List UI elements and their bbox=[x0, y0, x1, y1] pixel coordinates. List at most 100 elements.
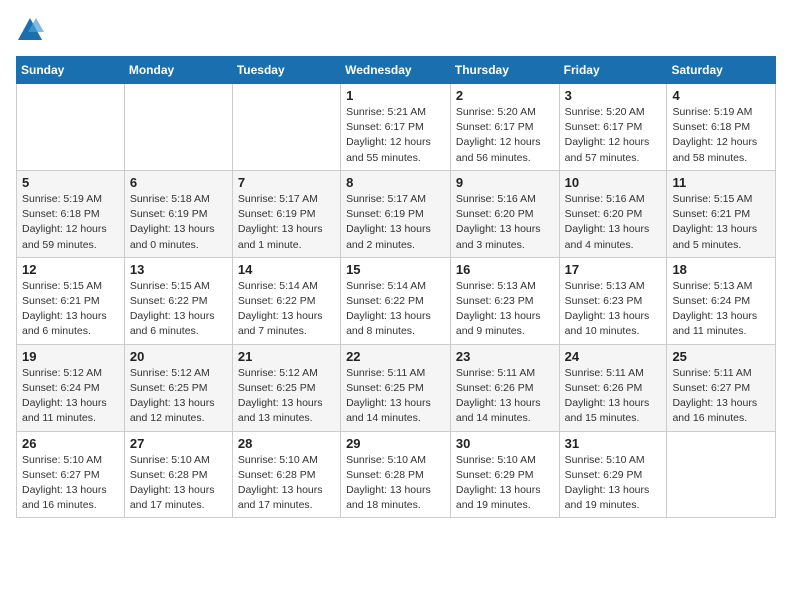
week-row-1: 1 Sunrise: 5:21 AMSunset: 6:17 PMDaylight… bbox=[17, 84, 776, 171]
calendar-cell: 12 Sunrise: 5:15 AMSunset: 6:21 PMDayligh… bbox=[17, 257, 125, 344]
day-number: 22 bbox=[346, 349, 445, 364]
day-number: 29 bbox=[346, 436, 445, 451]
calendar-cell: 21 Sunrise: 5:12 AMSunset: 6:25 PMDayligh… bbox=[232, 344, 340, 431]
day-info: Sunrise: 5:12 AMSunset: 6:25 PMDaylight:… bbox=[238, 366, 335, 427]
calendar-cell: 31Sunrise: 5:10 AMSunset: 6:29 PMDayligh… bbox=[559, 431, 667, 518]
day-number: 27 bbox=[130, 436, 227, 451]
calendar-cell: 24 Sunrise: 5:11 AMSunset: 6:26 PMDayligh… bbox=[559, 344, 667, 431]
week-row-5: 26Sunrise: 5:10 AMSunset: 6:27 PMDayligh… bbox=[17, 431, 776, 518]
calendar-cell: 13 Sunrise: 5:15 AMSunset: 6:22 PMDayligh… bbox=[124, 257, 232, 344]
day-info: Sunrise: 5:11 AMSunset: 6:25 PMDaylight:… bbox=[346, 366, 445, 427]
calendar-cell: 17Sunrise: 5:13 AMSunset: 6:23 PMDayligh… bbox=[559, 257, 667, 344]
day-info: Sunrise: 5:10 AMSunset: 6:29 PMDaylight:… bbox=[565, 453, 662, 514]
week-row-3: 12 Sunrise: 5:15 AMSunset: 6:21 PMDayligh… bbox=[17, 257, 776, 344]
day-number: 30 bbox=[456, 436, 554, 451]
day-number: 3 bbox=[565, 88, 662, 103]
day-info: Sunrise: 5:13 AMSunset: 6:23 PMDaylight:… bbox=[456, 279, 554, 340]
day-number: 5 bbox=[22, 175, 119, 190]
day-number: 2 bbox=[456, 88, 554, 103]
calendar-cell: 30 Sunrise: 5:10 AMSunset: 6:29 PMDayligh… bbox=[450, 431, 559, 518]
day-number: 19 bbox=[22, 349, 119, 364]
calendar-cell: 9Sunrise: 5:16 AMSunset: 6:20 PMDaylight… bbox=[450, 170, 559, 257]
day-info: Sunrise: 5:10 AMSunset: 6:28 PMDaylight:… bbox=[238, 453, 335, 514]
day-number: 21 bbox=[238, 349, 335, 364]
header-monday: Monday bbox=[124, 57, 232, 84]
calendar-cell: 14Sunrise: 5:14 AMSunset: 6:22 PMDayligh… bbox=[232, 257, 340, 344]
day-number: 12 bbox=[22, 262, 119, 277]
calendar-cell: 5 Sunrise: 5:19 AMSunset: 6:18 PMDaylight… bbox=[17, 170, 125, 257]
day-info: Sunrise: 5:20 AMSunset: 6:17 PMDaylight:… bbox=[565, 105, 662, 166]
day-info: Sunrise: 5:16 AMSunset: 6:20 PMDaylight:… bbox=[456, 192, 554, 253]
day-number: 24 bbox=[565, 349, 662, 364]
day-info: Sunrise: 5:18 AMSunset: 6:19 PMDaylight:… bbox=[130, 192, 227, 253]
day-number: 1 bbox=[346, 88, 445, 103]
day-number: 7 bbox=[238, 175, 335, 190]
day-info: Sunrise: 5:15 AMSunset: 6:21 PMDaylight:… bbox=[672, 192, 770, 253]
day-number: 25 bbox=[672, 349, 770, 364]
calendar-cell: 16 Sunrise: 5:13 AMSunset: 6:23 PMDayligh… bbox=[450, 257, 559, 344]
calendar-cell: 22 Sunrise: 5:11 AMSunset: 6:25 PMDayligh… bbox=[341, 344, 451, 431]
day-number: 16 bbox=[456, 262, 554, 277]
day-info: Sunrise: 5:15 AMSunset: 6:22 PMDaylight:… bbox=[130, 279, 227, 340]
calendar-cell: 23 Sunrise: 5:11 AMSunset: 6:26 PMDayligh… bbox=[450, 344, 559, 431]
day-info: Sunrise: 5:19 AMSunset: 6:18 PMDaylight:… bbox=[672, 105, 770, 166]
calendar-cell: 20Sunrise: 5:12 AMSunset: 6:25 PMDayligh… bbox=[124, 344, 232, 431]
day-number: 6 bbox=[130, 175, 227, 190]
day-info: Sunrise: 5:10 AMSunset: 6:28 PMDaylight:… bbox=[346, 453, 445, 514]
day-number: 23 bbox=[456, 349, 554, 364]
calendar-cell: 4 Sunrise: 5:19 AMSunset: 6:18 PMDaylight… bbox=[667, 84, 776, 171]
header-tuesday: Tuesday bbox=[232, 57, 340, 84]
calendar-table: SundayMondayTuesdayWednesdayThursdayFrid… bbox=[16, 56, 776, 518]
day-number: 26 bbox=[22, 436, 119, 451]
calendar-cell: 19 Sunrise: 5:12 AMSunset: 6:24 PMDayligh… bbox=[17, 344, 125, 431]
day-info: Sunrise: 5:14 AMSunset: 6:22 PMDaylight:… bbox=[238, 279, 335, 340]
day-info: Sunrise: 5:11 AMSunset: 6:27 PMDaylight:… bbox=[672, 366, 770, 427]
header-thursday: Thursday bbox=[450, 57, 559, 84]
day-number: 20 bbox=[130, 349, 227, 364]
day-info: Sunrise: 5:11 AMSunset: 6:26 PMDaylight:… bbox=[456, 366, 554, 427]
week-row-2: 5 Sunrise: 5:19 AMSunset: 6:18 PMDaylight… bbox=[17, 170, 776, 257]
header-saturday: Saturday bbox=[667, 57, 776, 84]
logo-icon bbox=[16, 16, 44, 44]
day-number: 11 bbox=[672, 175, 770, 190]
day-number: 13 bbox=[130, 262, 227, 277]
day-info: Sunrise: 5:11 AMSunset: 6:26 PMDaylight:… bbox=[565, 366, 662, 427]
day-info: Sunrise: 5:10 AMSunset: 6:28 PMDaylight:… bbox=[130, 453, 227, 514]
calendar-cell bbox=[232, 84, 340, 171]
day-number: 15 bbox=[346, 262, 445, 277]
header-friday: Friday bbox=[559, 57, 667, 84]
calendar-cell: 2 Sunrise: 5:20 AMSunset: 6:17 PMDaylight… bbox=[450, 84, 559, 171]
header-sunday: Sunday bbox=[17, 57, 125, 84]
day-info: Sunrise: 5:17 AMSunset: 6:19 PMDaylight:… bbox=[346, 192, 445, 253]
header-wednesday: Wednesday bbox=[341, 57, 451, 84]
day-number: 10 bbox=[565, 175, 662, 190]
day-info: Sunrise: 5:15 AMSunset: 6:21 PMDaylight:… bbox=[22, 279, 119, 340]
day-info: Sunrise: 5:13 AMSunset: 6:24 PMDaylight:… bbox=[672, 279, 770, 340]
day-info: Sunrise: 5:19 AMSunset: 6:18 PMDaylight:… bbox=[22, 192, 119, 253]
calendar-cell: 7 Sunrise: 5:17 AMSunset: 6:19 PMDaylight… bbox=[232, 170, 340, 257]
day-number: 28 bbox=[238, 436, 335, 451]
day-number: 4 bbox=[672, 88, 770, 103]
calendar-cell: 6 Sunrise: 5:18 AMSunset: 6:19 PMDaylight… bbox=[124, 170, 232, 257]
day-info: Sunrise: 5:14 AMSunset: 6:22 PMDaylight:… bbox=[346, 279, 445, 340]
calendar-cell: 28 Sunrise: 5:10 AMSunset: 6:28 PMDayligh… bbox=[232, 431, 340, 518]
calendar-cell: 27 Sunrise: 5:10 AMSunset: 6:28 PMDayligh… bbox=[124, 431, 232, 518]
calendar-cell bbox=[17, 84, 125, 171]
calendar-cell: 15 Sunrise: 5:14 AMSunset: 6:22 PMDayligh… bbox=[341, 257, 451, 344]
calendar-cell: 25 Sunrise: 5:11 AMSunset: 6:27 PMDayligh… bbox=[667, 344, 776, 431]
day-info: Sunrise: 5:17 AMSunset: 6:19 PMDaylight:… bbox=[238, 192, 335, 253]
day-info: Sunrise: 5:13 AMSunset: 6:23 PMDaylight:… bbox=[565, 279, 662, 340]
day-info: Sunrise: 5:16 AMSunset: 6:20 PMDaylight:… bbox=[565, 192, 662, 253]
day-info: Sunrise: 5:10 AMSunset: 6:29 PMDaylight:… bbox=[456, 453, 554, 514]
day-info: Sunrise: 5:20 AMSunset: 6:17 PMDaylight:… bbox=[456, 105, 554, 166]
calendar-cell: 11 Sunrise: 5:15 AMSunset: 6:21 PMDayligh… bbox=[667, 170, 776, 257]
calendar-cell: 10 Sunrise: 5:16 AMSunset: 6:20 PMDayligh… bbox=[559, 170, 667, 257]
day-number: 18 bbox=[672, 262, 770, 277]
day-info: Sunrise: 5:12 AMSunset: 6:24 PMDaylight:… bbox=[22, 366, 119, 427]
day-info: Sunrise: 5:21 AMSunset: 6:17 PMDaylight:… bbox=[346, 105, 445, 166]
day-number: 8 bbox=[346, 175, 445, 190]
logo bbox=[16, 16, 46, 44]
calendar-header-row: SundayMondayTuesdayWednesdayThursdayFrid… bbox=[17, 57, 776, 84]
calendar-cell: 8 Sunrise: 5:17 AMSunset: 6:19 PMDaylight… bbox=[341, 170, 451, 257]
calendar-cell bbox=[124, 84, 232, 171]
